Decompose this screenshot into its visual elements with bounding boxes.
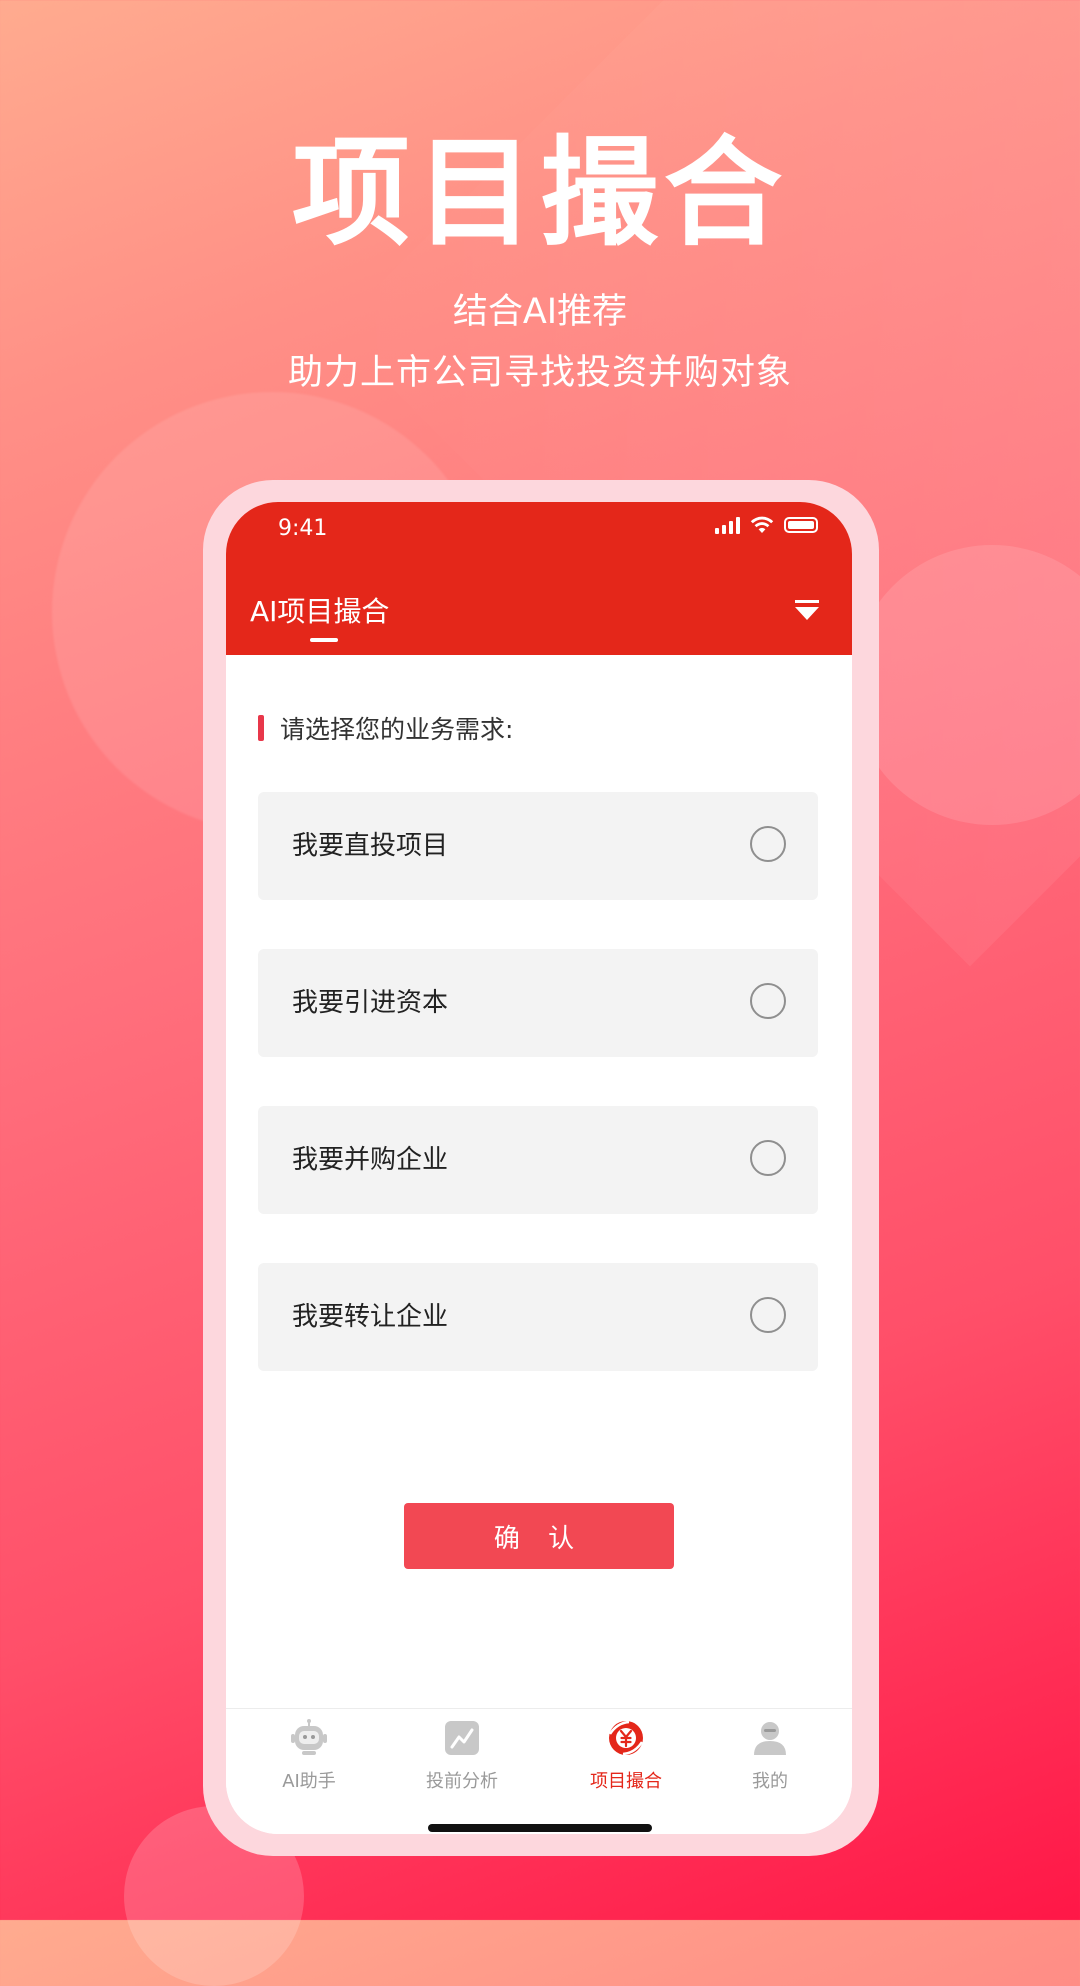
radio-button[interactable] xyxy=(750,983,786,1019)
wifi-icon xyxy=(750,516,774,533)
promo-headline: 项目撮合 xyxy=(291,124,788,262)
tab-ai-assistant[interactable]: AI助手 xyxy=(239,1719,379,1793)
promo-subline-1: 结合AI推荐 xyxy=(452,292,628,332)
tab-label: 我的 xyxy=(752,1771,788,1792)
user-icon xyxy=(754,1722,786,1755)
option-direct-investment[interactable]: 我要直投项目 xyxy=(258,792,818,900)
option-label: 我要转让企业 xyxy=(292,1302,449,1332)
option-label: 我要并购企业 xyxy=(292,1145,449,1175)
battery-icon xyxy=(784,517,818,533)
chart-icon xyxy=(445,1721,479,1755)
radio-button[interactable] xyxy=(750,1140,786,1176)
home-indicator xyxy=(428,1824,652,1832)
section-title: 请选择您的业务需求: xyxy=(280,715,514,744)
radio-button[interactable] xyxy=(750,1297,786,1333)
option-raise-capital[interactable]: 我要引进资本 xyxy=(258,949,818,1057)
radio-button[interactable] xyxy=(750,826,786,862)
filter-icon[interactable] xyxy=(794,598,820,622)
phone-screen: 9:41 AI项目撮合 请选择您的业务需求: 我要直投项目 我要引进资本 我要并… xyxy=(226,502,852,1834)
background-circle xyxy=(852,545,1080,825)
promo-subline-2: 助力上市公司寻找投资并购对象 xyxy=(287,353,792,393)
tab-pre-investment-analysis[interactable]: 投前分析 xyxy=(392,1719,532,1793)
status-time: 9:41 xyxy=(278,516,328,541)
bottom-tab-bar: AI助手 投前分析 项目撮合 我的 xyxy=(226,1708,852,1834)
top-bar: 9:41 AI项目撮合 xyxy=(226,502,852,655)
page-title: AI项目撮合 xyxy=(250,595,390,628)
tab-label: 投前分析 xyxy=(426,1771,498,1792)
signal-icon xyxy=(715,516,740,534)
tab-label: 项目撮合 xyxy=(590,1771,662,1792)
section-heading: 请选择您的业务需求: xyxy=(258,710,513,746)
status-icons xyxy=(715,516,818,534)
tab-label: AI助手 xyxy=(282,1771,336,1792)
yuan-exchange-icon xyxy=(608,1720,644,1756)
option-label: 我要引进资本 xyxy=(292,988,449,1018)
option-transfer-company[interactable]: 我要转让企业 xyxy=(258,1263,818,1371)
option-label: 我要直投项目 xyxy=(292,831,449,861)
robot-icon xyxy=(291,1719,327,1755)
confirm-button[interactable]: 确 认 xyxy=(404,1503,674,1569)
section-accent-bar xyxy=(258,715,264,741)
title-underline xyxy=(310,638,338,642)
tab-mine[interactable]: 我的 xyxy=(700,1719,840,1793)
option-acquire-company[interactable]: 我要并购企业 xyxy=(258,1106,818,1214)
tab-project-matching[interactable]: 项目撮合 xyxy=(556,1719,696,1793)
